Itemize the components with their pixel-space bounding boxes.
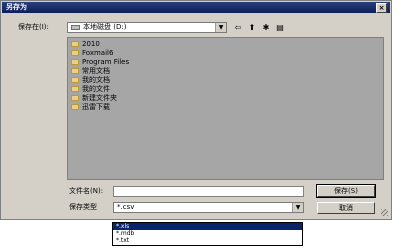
list-item[interactable]: 2010	[71, 40, 383, 49]
up-folder-icon[interactable]: ⬆	[247, 23, 257, 33]
list-item[interactable]: 常用文档	[71, 67, 383, 76]
filetype-value: *.csv	[117, 203, 135, 211]
save-in-value: 本地磁盘 (D:)	[83, 23, 127, 31]
chevron-down-icon[interactable]: ▼	[292, 203, 303, 212]
folder-icon	[71, 104, 79, 110]
save-as-dialog: 另存为 × 保存在(I): 本地磁盘 (D:) ▼ ⇦ ⬆ ✱ ▤ 2010 F…	[0, 0, 392, 220]
folder-icon	[71, 41, 79, 47]
save-button[interactable]: 保存(S)	[316, 184, 376, 198]
list-item[interactable]: *.xls	[113, 223, 302, 230]
window-title: 另存为	[6, 3, 27, 11]
save-in-label: 保存在(I):	[18, 23, 49, 31]
new-folder-icon[interactable]: ✱	[261, 23, 271, 33]
filename-input[interactable]	[113, 186, 304, 197]
cancel-button[interactable]: 取消	[317, 202, 375, 214]
folder-icon	[71, 95, 79, 101]
list-item[interactable]: 我的文件	[71, 85, 383, 94]
folder-icon	[71, 68, 79, 74]
view-menu-icon[interactable]: ▤	[275, 23, 285, 33]
folder-icon	[71, 50, 79, 56]
folder-icon	[71, 59, 79, 65]
back-icon[interactable]: ⇦	[233, 23, 243, 33]
list-item[interactable]: 迅雷下载	[71, 103, 383, 112]
filetype-dropdown-list[interactable]: *.xls *.mdb *.txt	[112, 222, 303, 246]
close-button[interactable]: ×	[376, 3, 387, 13]
list-item[interactable]: Foxmail6	[71, 49, 383, 58]
file-list[interactable]: 2010 Foxmail6 Program Files 常用文档 我的文档 我的…	[67, 37, 384, 180]
list-item[interactable]: *.txt	[113, 237, 302, 244]
list-item[interactable]: *.mdb	[113, 230, 302, 237]
list-item[interactable]: Program Files	[71, 58, 383, 67]
filetype-combo[interactable]: *.csv ▼	[113, 202, 304, 213]
folder-icon	[71, 86, 79, 92]
filename-label: 文件名(N):	[69, 187, 104, 195]
title-bar[interactable]: 另存为 ×	[2, 2, 390, 13]
drive-icon	[71, 24, 80, 30]
resize-grip[interactable]	[381, 209, 388, 216]
filetype-label: 保存类型	[69, 203, 97, 211]
list-item[interactable]: 我的文档	[71, 76, 383, 85]
list-item[interactable]: 新建文件夹	[71, 94, 383, 103]
save-in-combo[interactable]: 本地磁盘 (D:) ▼	[67, 22, 227, 33]
folder-icon	[71, 77, 79, 83]
chevron-down-icon[interactable]: ▼	[215, 23, 226, 32]
